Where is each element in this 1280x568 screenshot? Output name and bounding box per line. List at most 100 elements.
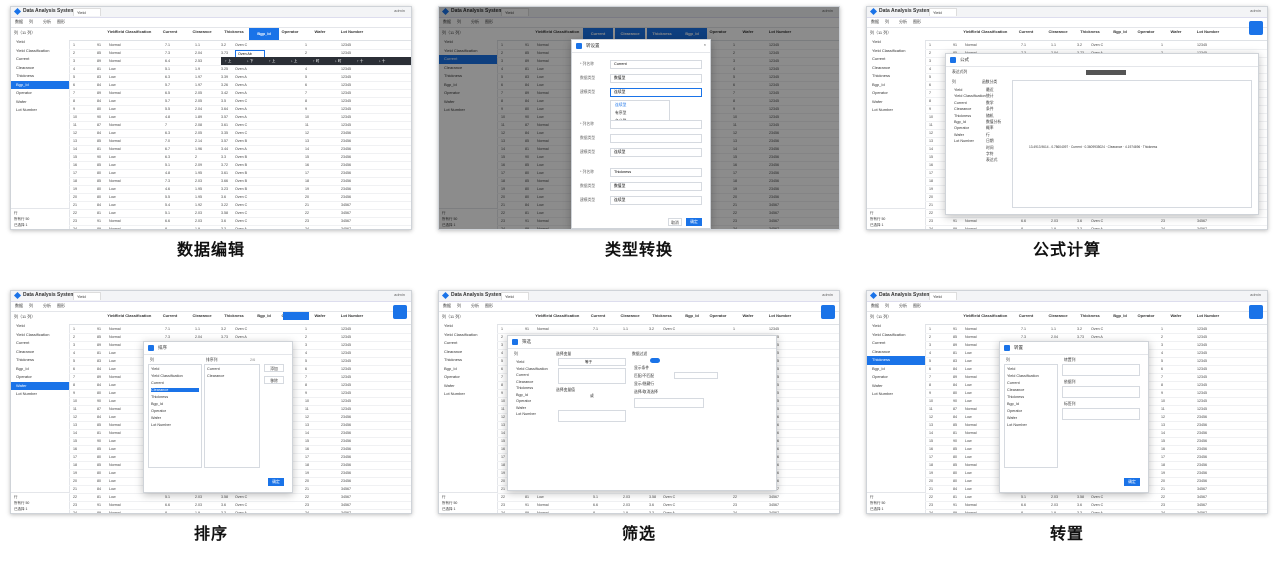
transpose-field-box[interactable] xyxy=(1062,408,1140,420)
ok-button[interactable]: 确定 xyxy=(268,478,284,486)
column-list-item[interactable]: Yield Classification xyxy=(11,331,69,340)
user-name[interactable]: admin xyxy=(1250,8,1261,13)
grid-column-header[interactable]: Current xyxy=(155,30,185,34)
column-list-item[interactable]: Yield xyxy=(151,367,199,371)
column-list-item[interactable]: Thickness xyxy=(151,395,199,399)
close-icon[interactable]: × xyxy=(704,43,706,47)
column-list-item[interactable]: Thickness xyxy=(11,356,69,365)
column-list-item[interactable]: Yield xyxy=(11,322,69,331)
function-category[interactable]: 日期 xyxy=(986,139,994,144)
field-input[interactable] xyxy=(610,120,702,129)
dropdown-option[interactable]: 连续型 xyxy=(615,103,626,108)
grid-column-header[interactable]: Current xyxy=(155,314,185,318)
function-category[interactable]: 最近 xyxy=(986,88,994,93)
function-category[interactable]: 数值分析 xyxy=(986,120,1001,125)
column-list-item[interactable]: Yield xyxy=(867,38,925,47)
tab-yield[interactable]: Yield xyxy=(929,292,957,300)
column-list-item[interactable]: Lot Number xyxy=(1007,423,1027,427)
function-category[interactable]: 数学 xyxy=(986,101,994,106)
grid-column-header[interactable]: Thickness xyxy=(219,30,249,34)
tab-expression[interactable]: 表达式列 xyxy=(952,70,967,75)
function-category[interactable]: 字符 xyxy=(986,152,994,157)
column-list-item[interactable]: Thickness xyxy=(867,72,925,81)
column-list-item[interactable]: Current xyxy=(11,339,69,348)
column-list-item[interactable]: Clearance xyxy=(439,348,497,357)
grid-column-header[interactable]: Clearance xyxy=(187,30,217,34)
column-list-item[interactable]: Clearance xyxy=(11,348,69,357)
menu-item[interactable]: 数据 xyxy=(443,303,451,309)
column-list-item[interactable]: Current xyxy=(867,339,925,348)
column-list-item[interactable]: Wafer xyxy=(439,382,497,391)
column-list-item[interactable]: Operator xyxy=(954,126,969,130)
menu-item[interactable]: 数据 xyxy=(871,19,879,25)
filter-fab-icon[interactable] xyxy=(821,305,835,319)
menu-item[interactable]: 数据 xyxy=(15,303,23,309)
menu-item[interactable]: 图形 xyxy=(913,303,921,309)
column-list-item[interactable]: Wafer xyxy=(954,133,964,137)
column-list-item[interactable]: Thickness xyxy=(439,356,497,365)
column-list-item[interactable]: Bgp_Id xyxy=(151,402,199,406)
column-list-item[interactable]: Lot Number xyxy=(11,106,69,115)
menu-item[interactable]: 数据 xyxy=(15,19,23,25)
column-list-item[interactable]: Wafer xyxy=(867,98,925,107)
menu-item[interactable]: 分析 xyxy=(471,303,479,309)
column-list-item[interactable]: Lot Number xyxy=(151,423,199,427)
column-list-item[interactable]: Current xyxy=(867,55,925,64)
sort-list-item[interactable]: Clearance xyxy=(207,374,224,378)
tab-yield[interactable]: Yield xyxy=(73,8,101,16)
operator-select[interactable]: 等于 xyxy=(558,358,626,366)
grid-column-header[interactable]: Yield Classification xyxy=(969,314,1009,318)
filter-condition-input[interactable] xyxy=(634,398,704,408)
column-list-item[interactable]: Yield xyxy=(867,322,925,331)
column-list-item[interactable]: Clearance xyxy=(11,64,69,73)
column-list-item[interactable]: Yield xyxy=(954,88,962,92)
column-list-item[interactable]: Clearance xyxy=(867,348,925,357)
column-list-item[interactable]: Bgp_Id xyxy=(11,80,69,89)
menu-item[interactable]: 数据 xyxy=(871,303,879,309)
table-row[interactable]: 24 89 Normal 8 1.9 3.3 Oven A 24 34567 xyxy=(69,509,411,513)
menu-item[interactable]: 分析 xyxy=(899,19,907,25)
field-input[interactable]: Current xyxy=(610,60,702,69)
tab-yield[interactable]: Yield xyxy=(929,8,957,16)
grid-column-header[interactable]: Yield Classification xyxy=(113,30,153,34)
column-list-item[interactable]: Current xyxy=(954,101,967,105)
function-category[interactable]: 时间 xyxy=(986,146,994,151)
column-list-item[interactable]: Wafer xyxy=(867,382,925,391)
toggle-switch[interactable] xyxy=(650,358,660,363)
column-list-item[interactable]: Wafer xyxy=(516,406,526,410)
grid-column-header[interactable]: Yield Classification xyxy=(113,314,153,318)
column-list-item[interactable]: Current xyxy=(151,381,199,385)
column-list-item[interactable]: Operator xyxy=(1007,409,1022,413)
column-list-item[interactable]: Yield Classification xyxy=(954,94,986,98)
filter-option[interactable]: 匹配/不匹配 xyxy=(634,374,654,379)
field-input[interactable]: 数值型 xyxy=(610,182,702,191)
column-list-item[interactable]: Yield xyxy=(11,38,69,47)
column-list-item[interactable]: Thickness xyxy=(954,114,971,118)
filter-option[interactable]: 显示条件 xyxy=(634,366,649,371)
grid-column-header[interactable]: Clearance xyxy=(615,314,645,318)
transpose-field-box[interactable] xyxy=(1062,386,1140,398)
grid-column-header[interactable]: Lot Number xyxy=(337,30,367,34)
table-row[interactable]: 24 89 Normal 8 1.9 3.3 Oven A 24 34567 xyxy=(69,225,411,229)
column-list-item[interactable]: Clearance xyxy=(867,64,925,73)
column-list-item[interactable]: Bgp_Id xyxy=(439,365,497,374)
column-list-item[interactable]: Yield Classification xyxy=(439,331,497,340)
column-list-item[interactable]: Lot Number xyxy=(516,412,536,416)
filter-option[interactable]: 选择/取消选择 xyxy=(634,390,658,395)
menu-item[interactable]: 图形 xyxy=(913,19,921,25)
grid-column-header[interactable]: Clearance xyxy=(187,314,217,318)
column-list-item[interactable]: Lot Number xyxy=(954,139,974,143)
field-input[interactable]: 连续型 xyxy=(610,88,702,97)
grid-column-header[interactable]: Wafer xyxy=(305,30,335,34)
field-input[interactable]: Thickness xyxy=(610,168,702,177)
column-list-item[interactable]: Operator xyxy=(516,399,531,403)
menu-item[interactable]: 图形 xyxy=(57,303,65,309)
column-list-item[interactable]: Lot Number xyxy=(867,106,925,115)
table-row[interactable]: 24 89 Normal 8 1.9 3.3 Oven A 24 34567 xyxy=(497,509,839,513)
filter-value-input[interactable] xyxy=(674,372,718,379)
menu-item[interactable]: 列 xyxy=(29,303,33,309)
column-list-item[interactable]: Lot Number xyxy=(867,390,925,399)
grid-column-header[interactable]: Thickness xyxy=(647,314,677,318)
toolbar-button[interactable]: ↓ 上 xyxy=(291,59,297,64)
user-name[interactable]: admin xyxy=(394,292,405,297)
